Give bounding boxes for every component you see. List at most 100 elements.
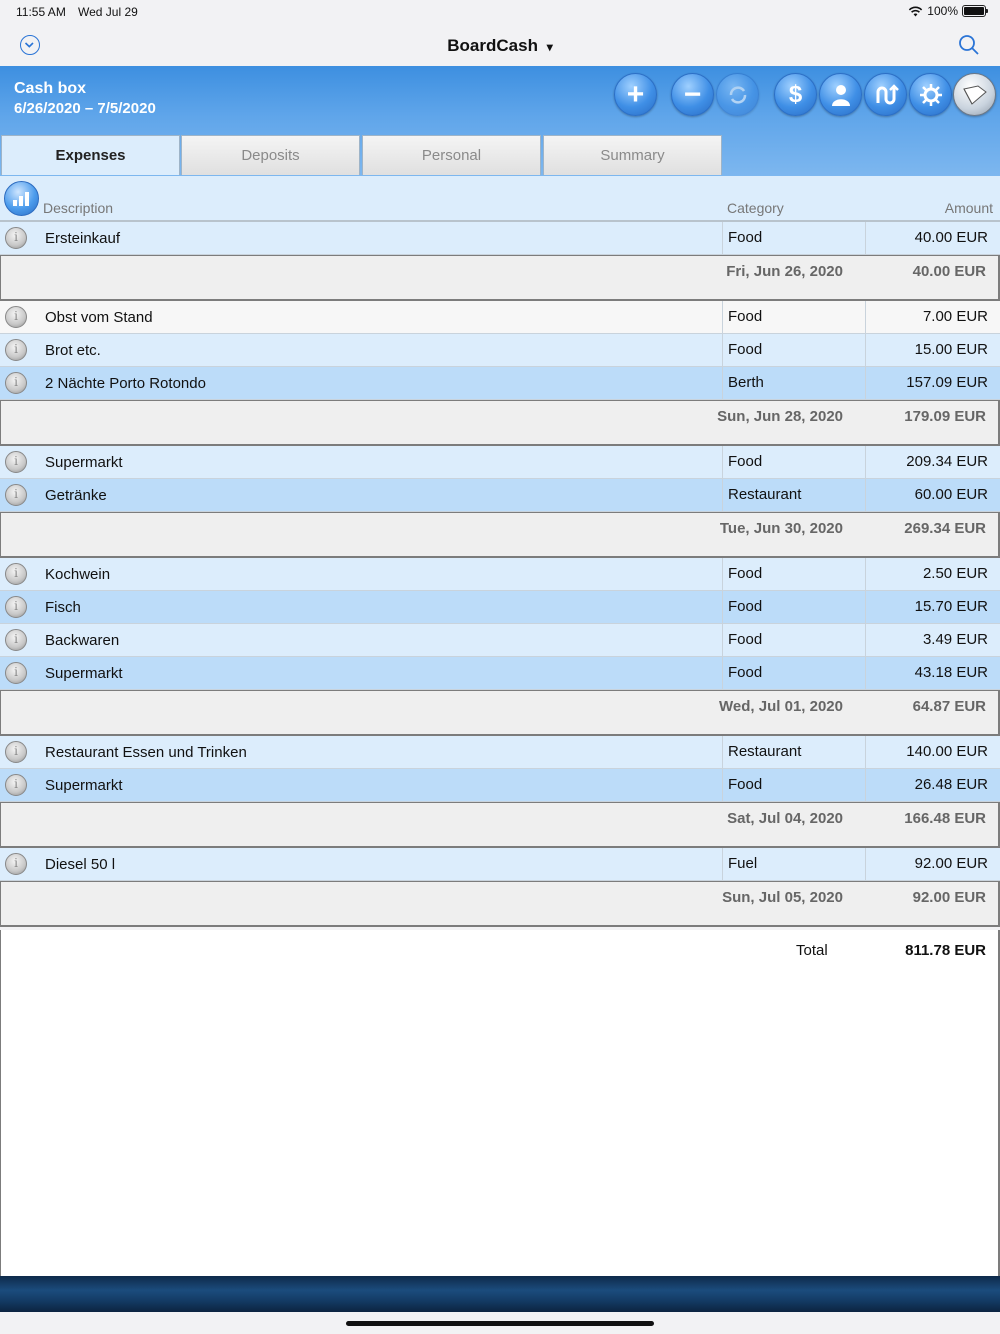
expense-row[interactable]: Obst vom Stand Food 7.00 EUR	[0, 301, 1000, 334]
expense-row[interactable]: Backwaren Food 3.49 EUR	[0, 624, 1000, 657]
transfer-icon	[876, 83, 899, 104]
day-total: 179.09 EUR	[904, 408, 986, 425]
search-icon[interactable]	[958, 34, 980, 56]
info-icon[interactable]	[5, 563, 27, 585]
expense-row[interactable]: Ersteinkauf Food 40.00 EUR	[0, 222, 1000, 255]
expense-amount: 15.70 EUR	[865, 591, 988, 623]
info-icon[interactable]	[5, 596, 27, 618]
title-dropdown-icon: ▾	[546, 40, 553, 54]
day-date: Fri, Jun 26, 2020	[726, 263, 843, 280]
info-icon[interactable]	[5, 484, 27, 506]
battery-percent: 100%	[927, 4, 958, 18]
day-date: Tue, Jun 30, 2020	[719, 520, 843, 537]
tab-expenses[interactable]: Expenses	[1, 135, 180, 175]
nav-bar: BoardCash ▾	[0, 24, 1000, 66]
expense-amount: 15.00 EUR	[865, 334, 988, 366]
expense-row[interactable]: Getränke Restaurant 60.00 EUR	[0, 479, 1000, 512]
expense-category: Food	[722, 558, 865, 590]
expense-row[interactable]: Diesel 50 l Fuel 92.00 EUR	[0, 848, 1000, 881]
status-date: Wed Jul 29	[78, 5, 138, 19]
day-summary-row: Wed, Jul 01, 2020 64.87 EUR	[0, 690, 1000, 736]
total-area: Total 811.78 EUR	[0, 930, 1000, 1276]
column-description[interactable]: Description	[43, 200, 113, 216]
expense-row[interactable]: 2 Nächte Porto Rotondo Berth 157.09 EUR	[0, 367, 1000, 400]
book-icon	[962, 84, 987, 105]
add-expense-button[interactable]: +	[614, 73, 657, 116]
expense-row[interactable]: Supermarkt Food 43.18 EUR	[0, 657, 1000, 690]
crew-button[interactable]	[819, 73, 862, 116]
tab-deposits[interactable]: Deposits	[181, 135, 360, 175]
info-icon[interactable]	[5, 227, 27, 249]
cashbox-date-range: 6/26/2020 – 7/5/2020	[14, 100, 156, 117]
expense-description: Obst vom Stand	[45, 309, 153, 326]
day-summary-row: Sun, Jul 05, 2020 92.00 EUR	[0, 881, 1000, 927]
info-icon[interactable]	[5, 741, 27, 763]
column-category[interactable]: Category	[727, 200, 784, 216]
info-icon[interactable]	[5, 629, 27, 651]
day-date: Sat, Jul 04, 2020	[727, 810, 843, 827]
sync-button[interactable]	[716, 73, 759, 116]
expense-description: Brot etc.	[45, 342, 101, 359]
remove-expense-button[interactable]: −	[671, 73, 714, 116]
day-summary-row: Sat, Jul 04, 2020 166.48 EUR	[0, 802, 1000, 848]
expense-category: Food	[722, 301, 865, 333]
tab-summary[interactable]: Summary	[543, 135, 722, 175]
day-total: 40.00 EUR	[912, 263, 986, 280]
info-icon[interactable]	[5, 339, 27, 361]
expense-category: Food	[722, 222, 865, 254]
expense-amount: 43.18 EUR	[865, 657, 988, 689]
expense-row[interactable]: Kochwein Food 2.50 EUR	[0, 558, 1000, 591]
app-title: BoardCash	[447, 36, 538, 55]
tab-personal[interactable]: Personal	[362, 135, 541, 175]
expense-description: Backwaren	[45, 632, 120, 649]
expense-row[interactable]: Brot etc. Food 15.00 EUR	[0, 334, 1000, 367]
day-date: Wed, Jul 01, 2020	[719, 698, 843, 715]
manual-button[interactable]	[953, 73, 996, 116]
tab-bar: Expenses Deposits Personal Summary	[0, 134, 1000, 176]
chart-button[interactable]	[4, 181, 39, 216]
day-summary-row: Tue, Jun 30, 2020 269.34 EUR	[0, 512, 1000, 558]
sync-icon	[729, 85, 746, 104]
expense-category: Fuel	[722, 848, 865, 880]
expense-row[interactable]: Supermarkt Food 209.34 EUR	[0, 446, 1000, 479]
plus-icon: +	[626, 77, 645, 111]
expense-amount: 2.50 EUR	[865, 558, 988, 590]
status-time: 11:55 AM	[16, 5, 66, 19]
expense-row[interactable]: Fisch Food 15.70 EUR	[0, 591, 1000, 624]
expense-category: Food	[722, 769, 865, 801]
transfer-button[interactable]	[864, 73, 907, 116]
expense-category: Food	[722, 624, 865, 656]
total-value: 811.78 EUR	[905, 942, 986, 959]
expense-list: Ersteinkauf Food 40.00 EUR Fri, Jun 26, …	[0, 222, 1000, 927]
expense-row[interactable]: Restaurant Essen und Trinken Restaurant …	[0, 736, 1000, 769]
info-icon[interactable]	[5, 451, 27, 473]
info-icon[interactable]	[5, 774, 27, 796]
expense-category: Restaurant	[722, 479, 865, 511]
app-title-menu[interactable]: BoardCash ▾	[0, 36, 1000, 56]
person-icon	[831, 84, 850, 106]
currency-button[interactable]: $	[774, 73, 817, 116]
day-total: 92.00 EUR	[912, 889, 986, 906]
info-icon[interactable]	[5, 372, 27, 394]
day-summary-row: Fri, Jun 26, 2020 40.00 EUR	[0, 255, 1000, 301]
expense-description: Supermarkt	[45, 454, 123, 471]
day-date: Sun, Jun 28, 2020	[717, 408, 843, 425]
info-icon[interactable]	[5, 662, 27, 684]
column-amount[interactable]: Amount	[945, 200, 993, 216]
expense-amount: 209.34 EUR	[865, 446, 988, 478]
expense-description: 2 Nächte Porto Rotondo	[45, 375, 206, 392]
expense-amount: 157.09 EUR	[865, 367, 988, 399]
expense-category: Restaurant	[722, 736, 865, 768]
expense-amount: 7.00 EUR	[865, 301, 988, 333]
expense-amount: 3.49 EUR	[865, 624, 988, 656]
list-header: Description Category Amount	[0, 176, 1000, 222]
expense-row[interactable]: Supermarkt Food 26.48 EUR	[0, 769, 1000, 802]
expense-category: Berth	[722, 367, 865, 399]
info-icon[interactable]	[5, 306, 27, 328]
expense-category: Food	[722, 657, 865, 689]
total-label: Total	[796, 942, 828, 959]
home-indicator[interactable]	[346, 1321, 654, 1326]
settings-button[interactable]	[909, 73, 952, 116]
info-icon[interactable]	[5, 853, 27, 875]
expense-amount: 26.48 EUR	[865, 769, 988, 801]
